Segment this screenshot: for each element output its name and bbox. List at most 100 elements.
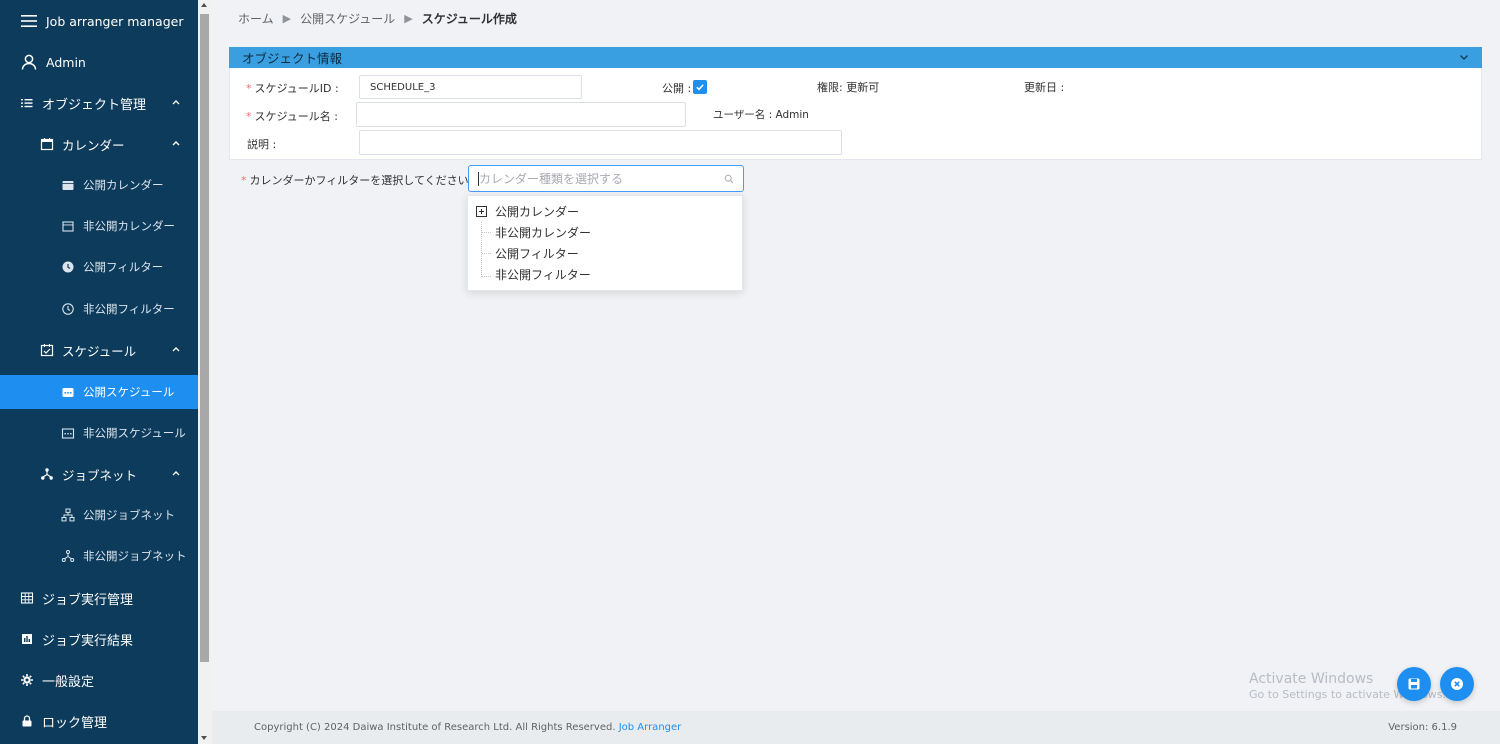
sidebar: Job arranger manager Admin オブジェクト管理 カレンダ…: [0, 0, 198, 744]
sidebar-item-private-filter[interactable]: 非公開フィルター: [0, 292, 198, 326]
calendar-type-select[interactable]: カレンダー種類を選択する: [468, 165, 744, 192]
sidebar-item-public-calendar[interactable]: 公開カレンダー: [0, 168, 198, 202]
sidebar-item-private-jobnet[interactable]: 非公開ジョブネット: [0, 539, 198, 573]
clock-filled-icon: [61, 260, 75, 274]
chevron-up-icon: [172, 100, 180, 105]
search-icon: [724, 174, 734, 184]
required-mark: *: [246, 110, 252, 123]
chevron-up-icon: [172, 141, 180, 146]
required-mark: *: [241, 174, 247, 187]
user-name: Admin: [46, 54, 86, 70]
breadcrumb-home[interactable]: ホーム: [238, 10, 274, 27]
chevron-up-icon: [172, 347, 180, 352]
sidebar-item-label: 非公開スケジュール: [83, 426, 186, 440]
tree-node-private-filter[interactable]: 非公開フィルター: [468, 264, 742, 285]
tree-node-label: 公開フィルター: [495, 247, 579, 261]
sidebar-item-private-schedule[interactable]: 非公開スケジュール: [0, 416, 198, 450]
sidebar-item-private-calendar[interactable]: 非公開カレンダー: [0, 209, 198, 243]
sidebar-item-job-execution-management[interactable]: ジョブ実行管理: [0, 581, 198, 615]
schedule-id-input[interactable]: SCHEDULE_3: [359, 75, 582, 99]
save-button[interactable]: [1397, 667, 1431, 701]
required-mark: *: [246, 82, 252, 95]
footer: Copyright (C) 2024 Daiwa Institute of Re…: [212, 711, 1500, 744]
schedule-name-label: * スケジュール名 :: [246, 108, 338, 124]
scroll-up-icon[interactable]: [201, 3, 207, 7]
sidebar-item-label: 公開フィルター: [83, 260, 164, 274]
tree-node-label: 非公開フィルター: [495, 268, 591, 282]
sidebar-item-public-jobnet[interactable]: 公開ジョブネット: [0, 498, 198, 532]
scrollbar-thumb[interactable]: [200, 14, 209, 662]
sidebar-item-job-execution-results[interactable]: ジョブ実行結果: [0, 622, 198, 656]
sidebar-item-label: 公開ジョブネット: [83, 508, 175, 522]
cancel-button[interactable]: [1440, 667, 1474, 701]
sidebar-item-public-filter[interactable]: 公開フィルター: [0, 250, 198, 284]
expand-plus-icon[interactable]: [476, 206, 487, 217]
tree-node-label: 公開カレンダー: [495, 205, 580, 219]
calendar-type-dropdown: 公開カレンダー 非公開カレンダー 公開フィルター 非公開フィルター: [467, 195, 743, 291]
schedule-id-label: * スケジュールID :: [246, 80, 339, 96]
sidebar-item-jobnet[interactable]: ジョブネット: [0, 457, 198, 491]
tree-node-public-filter[interactable]: 公開フィルター: [468, 243, 742, 264]
sidebar-item-calendar[interactable]: カレンダー: [0, 127, 198, 161]
sidebar-item-label: ジョブネット: [62, 467, 138, 483]
sidebar-item-label: 非公開カレンダー: [83, 219, 175, 233]
schedule-name-input[interactable]: [356, 102, 686, 127]
tree-node-private-calendar[interactable]: 非公開カレンダー: [468, 222, 742, 243]
calendar-outline-icon: [61, 219, 75, 233]
schedule-name-label-text: スケジュール名 :: [254, 110, 338, 123]
user-menu[interactable]: Admin: [0, 45, 198, 79]
text-cursor: [478, 172, 479, 186]
schedule-id-label-text: スケジュールID :: [254, 82, 339, 95]
sidebar-item-public-schedule[interactable]: 公開スケジュール: [0, 375, 198, 409]
tree-node-label: 非公開カレンダー: [495, 226, 592, 240]
sidebar-item-object-management[interactable]: オブジェクト管理: [0, 86, 198, 120]
network-boxes-icon: [61, 508, 75, 522]
tree-connector-tick: [482, 276, 491, 277]
report-icon: [20, 632, 34, 646]
public-label: 公開 :: [662, 82, 692, 95]
updated-date-label: 更新日 :: [1024, 81, 1065, 94]
gear-icon: [20, 673, 34, 687]
job-arranger-link[interactable]: Job Arranger: [619, 722, 682, 733]
calendar-select-label: * カレンダーかフィルターを選択してください :: [241, 172, 476, 188]
description-input[interactable]: [359, 130, 842, 155]
breadcrumb-current: スケジュール作成: [421, 11, 517, 26]
list-icon: [20, 96, 34, 110]
sidebar-item-label: 公開スケジュール: [83, 385, 175, 399]
close-circle-icon: [1451, 678, 1463, 690]
calendar-type-placeholder: カレンダー種類を選択する: [479, 172, 624, 186]
sidebar-item-label: ジョブ実行管理: [42, 592, 134, 608]
scroll-down-icon[interactable]: [201, 736, 207, 740]
sidebar-item-lock-management[interactable]: ロック管理: [0, 704, 198, 738]
tree-connector-line: [481, 222, 482, 277]
calendar-select-label-text: カレンダーかフィルターを選択してください :: [249, 174, 476, 187]
hamburger-icon[interactable]: [20, 12, 38, 30]
sidebar-item-label: オブジェクト管理: [42, 97, 147, 113]
copyright-label: Copyright (C) 2024 Daiwa Institute of Re…: [254, 722, 616, 733]
grid-icon: [20, 591, 34, 605]
tree-connector-tick: [482, 253, 491, 254]
clock-outline-icon: [61, 302, 75, 316]
breadcrumb-parent[interactable]: 公開スケジュール: [300, 10, 395, 27]
public-checkbox[interactable]: [693, 80, 707, 94]
sidebar-item-label: スケジュール: [62, 343, 137, 359]
lock-icon: [20, 714, 34, 728]
save-icon: [1408, 678, 1420, 690]
sidebar-scrollbar[interactable]: [198, 0, 211, 744]
sidebar-item-label: 非公開ジョブネット: [83, 549, 187, 563]
check-icon: [696, 84, 704, 91]
app-title: Job arranger manager: [46, 13, 184, 29]
object-info-header[interactable]: オブジェクト情報: [229, 47, 1482, 68]
sidebar-item-schedule[interactable]: スケジュール: [0, 333, 198, 367]
sidebar-item-label: 非公開フィルター: [83, 302, 175, 316]
chevron-down-icon[interactable]: [1458, 51, 1470, 63]
menu-toggle[interactable]: Job arranger manager: [0, 4, 198, 38]
sidebar-item-label: 一般設定: [42, 674, 95, 690]
tree-node-public-calendar[interactable]: 公開カレンダー: [468, 201, 742, 222]
copyright-text: Copyright (C) 2024 Daiwa Institute of Re…: [254, 722, 681, 733]
network-icon: [40, 467, 54, 481]
sidebar-item-general-settings[interactable]: 一般設定: [0, 663, 198, 697]
breadcrumb: ホーム ▶ 公開スケジュール ▶ スケジュール作成: [238, 9, 517, 27]
sidebar-item-label: 公開カレンダー: [83, 178, 164, 192]
sidebar-item-label: ロック管理: [42, 715, 108, 731]
